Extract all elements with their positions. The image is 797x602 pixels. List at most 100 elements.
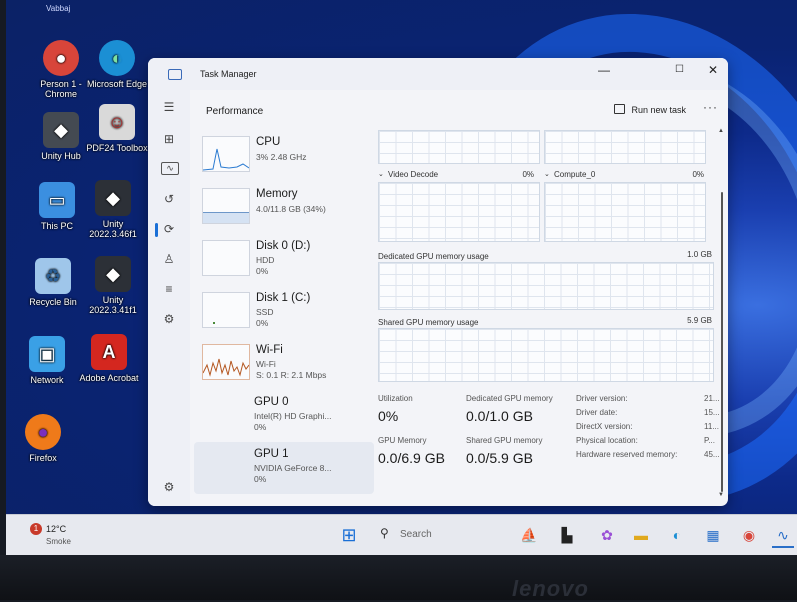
close-button[interactable]: ✕ [708, 63, 718, 77]
widgets-boat-icon[interactable]: ⛵ [514, 524, 544, 546]
device-item-memory[interactable]: Memory 4.0/11.8 GB (34%) [194, 182, 374, 234]
nav-selection-indicator [155, 223, 158, 237]
device-detail: S: 0.1 R: 2.1 Mbps [256, 370, 327, 380]
chrome-taskbar-icon[interactable]: ◉ [738, 524, 760, 546]
desktop-top-label: Vabbaj [46, 4, 71, 13]
scrollbar-thumb[interactable] [721, 192, 723, 492]
task-manager-window: Task Manager — ☐ ✕ ☰ ⊞ ∿ ↺ ⟳ ♙ ≡ ⚙ ⚙ Per… [148, 58, 728, 506]
users-icon[interactable]: ♙ [161, 252, 177, 266]
title-bar[interactable]: Task Manager — ☐ ✕ [148, 58, 728, 90]
weather-badge: 1 [30, 523, 42, 535]
run-new-task-label: Run new task [631, 105, 686, 115]
device-item-disk1[interactable]: Disk 1 (C:) SSD 0% [194, 286, 374, 338]
lenovo-logo: lenovo [512, 576, 589, 601]
minimize-button[interactable]: — [598, 63, 610, 77]
scroll-up-arrow-icon[interactable]: ▲ [718, 128, 724, 134]
device-item-wifi[interactable]: Wi-Fi Wi-Fi S: 0.1 R: 2.1 Mbps [194, 338, 374, 390]
search-box[interactable]: ⚲ Search [376, 524, 496, 546]
startup-icon[interactable]: ⟳ [161, 222, 177, 236]
disk1-thumbnail-graph [202, 292, 250, 328]
scrollbar[interactable]: ▲ ▼ [718, 128, 724, 498]
store-icon[interactable]: ▦ [702, 524, 724, 546]
desktop-icon-label: Adobe Acrobat [79, 373, 139, 383]
desktop-icon-label: Unity 2022.3.46f1 [89, 219, 137, 239]
device-item-gpu1[interactable]: GPU 1 NVIDIA GeForce 8... 0% [194, 442, 374, 494]
prop-driver-date-value: 15... [704, 408, 720, 417]
gpu-engine-graph-top-left [378, 130, 540, 164]
desktop-icon-network[interactable]: ▣ Network [12, 336, 82, 385]
shared-memory-value: 0.0/5.9 GB [466, 450, 533, 466]
desktop-icon-label: Unity 2022.3.41f1 [89, 295, 137, 315]
task-manager-taskbar-icon[interactable]: ∿ [772, 524, 794, 548]
file-explorer-icon[interactable]: ▬ [630, 524, 652, 546]
chevron-down-icon[interactable]: ⌄ [378, 170, 384, 178]
shared-memory-chart-max: 5.9 GB [687, 316, 712, 325]
gpu-engine-graph-top-right [544, 130, 706, 164]
desktop-icon-label: Person 1 - Chrome [40, 79, 82, 99]
search-icon: ⚲ [380, 526, 389, 540]
edge-icon: ◐ [99, 40, 135, 76]
desktop-icon-firefox[interactable]: ● Firefox [8, 414, 78, 463]
device-name: Memory [256, 188, 298, 200]
run-task-icon [614, 104, 626, 114]
dedicated-memory-value: 0.0/1.0 GB [466, 408, 533, 424]
video-decode-graph [378, 182, 540, 242]
device-detail: Wi-Fi [256, 359, 276, 369]
device-item-disk0[interactable]: Disk 0 (D:) HDD 0% [194, 234, 374, 286]
maximize-button[interactable]: ☐ [675, 64, 684, 75]
settings-icon[interactable]: ⚙ [161, 480, 177, 494]
taskbar: 1 12°C Smoke ⊞ ⚲ Search ⛵ ▙ ✿ ▬ ◐ ▦ ◉ ∿ [6, 514, 797, 556]
video-decode-value: 0% [522, 170, 534, 179]
laptop-bezel [0, 555, 797, 600]
app-history-icon[interactable]: ↺ [161, 192, 177, 206]
desktop-icon-label: Firefox [29, 453, 57, 463]
chevron-down-icon[interactable]: ⌄ [544, 170, 550, 178]
performance-icon[interactable]: ∿ [161, 162, 179, 175]
device-detail: Intel(R) HD Graphi... [254, 411, 332, 421]
device-detail: 0% [254, 474, 267, 484]
compute-graph [544, 182, 706, 242]
copilot-icon[interactable]: ✿ [596, 524, 618, 546]
run-new-task-button[interactable]: Run new task [614, 104, 686, 115]
device-detail: SSD [256, 307, 274, 317]
shared-memory-label: Shared GPU memory [466, 436, 543, 445]
processes-icon[interactable]: ⊞ [161, 132, 177, 146]
device-detail: 4.0/11.8 GB (34%) [256, 204, 326, 214]
prop-driver-version-label: Driver version: [576, 394, 628, 403]
device-detail: 0% [256, 318, 269, 328]
desktop-icon-unity-2022-46[interactable]: ◆ Unity 2022.3.46f1 [78, 180, 148, 239]
start-button[interactable]: ⊞ [338, 524, 360, 546]
device-detail: 0% [256, 266, 269, 276]
weather-widget[interactable]: 1 12°C Smoke [28, 521, 98, 551]
network-icon: ▣ [29, 336, 65, 372]
pdf24-icon: ☺ [99, 104, 135, 140]
device-detail: 0% [254, 422, 267, 432]
prop-driver-version-value: 21... [704, 394, 720, 403]
page-header: Performance Run new task ··· [190, 90, 728, 130]
unity-icon: ◆ [95, 180, 131, 216]
cpu-thumbnail-graph [202, 136, 250, 172]
device-item-cpu[interactable]: CPU 3% 2.48 GHz [194, 130, 374, 182]
task-manager-app-icon [168, 69, 182, 80]
more-options-button[interactable]: ··· [703, 100, 718, 114]
hamburger-icon[interactable]: ☰ [161, 100, 177, 114]
device-name: Disk 0 (D:) [256, 240, 311, 252]
compute-value: 0% [692, 170, 704, 179]
gpu0-thumbnail-graph [202, 396, 250, 432]
desktop-icon-edge[interactable]: ◐ Microsoft Edge [82, 40, 152, 89]
details-icon[interactable]: ≡ [161, 282, 177, 296]
desktop-icon-pdf24[interactable]: ☺ PDF24 Toolbox [82, 104, 152, 153]
wifi-thumbnail-graph [202, 344, 250, 380]
shared-memory-chart-label: Shared GPU memory usage [378, 318, 479, 327]
edge-taskbar-icon[interactable]: ◐ [666, 524, 688, 546]
desktop-icon-acrobat[interactable]: A Adobe Acrobat [74, 334, 144, 383]
disk0-thumbnail-graph [202, 240, 250, 276]
desktop-icon-label: This PC [40, 221, 73, 231]
services-icon[interactable]: ⚙ [161, 312, 177, 326]
task-view-icon[interactable]: ▙ [556, 524, 578, 546]
shared-memory-graph [378, 328, 714, 382]
scroll-down-arrow-icon[interactable]: ▼ [718, 492, 724, 498]
desktop-icon-unity-2022-41[interactable]: ◆ Unity 2022.3.41f1 [78, 256, 148, 315]
device-item-gpu0[interactable]: GPU 0 Intel(R) HD Graphi... 0% [194, 390, 374, 442]
search-placeholder: Search [400, 529, 432, 540]
